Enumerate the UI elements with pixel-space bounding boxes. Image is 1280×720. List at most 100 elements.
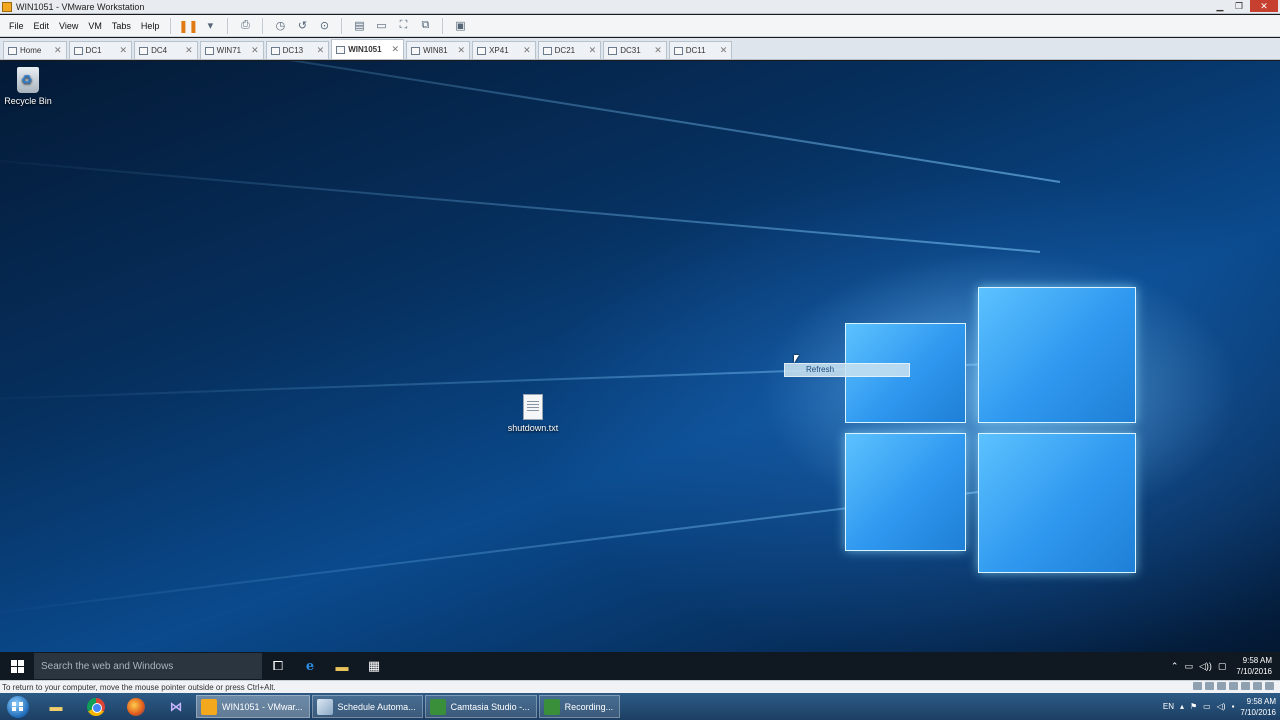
menubar: File Edit View VM Tabs Help ❚❚ ▾ ⎙ ◷ ↺ ⊙… [0,15,1280,37]
maximize-button[interactable]: ❐ [1231,0,1247,12]
wallpaper-window-pane [978,287,1136,423]
tab-dc13[interactable]: DC13 ✕ [265,41,330,59]
context-menu-refresh[interactable]: Refresh [806,365,834,374]
volume-icon[interactable]: ◁) [1217,702,1226,711]
network-adapter-icon[interactable] [1217,682,1226,690]
send-ctrl-alt-del-icon[interactable]: ⎙ [237,18,253,34]
menu-file[interactable]: File [4,21,29,31]
network-icon[interactable]: ▭ [1184,661,1193,672]
menu-help[interactable]: Help [136,21,165,31]
guest-search-box[interactable]: Search the web and Windows [34,653,262,679]
flag-icon[interactable]: ⚑ [1190,702,1197,711]
task-view-icon[interactable]: ⧠ [262,652,294,680]
taskbar-item-camtasia[interactable]: Camtasia Studio -... [424,695,537,718]
file-explorer-icon[interactable]: ▬ [326,652,358,680]
edge-icon[interactable]: e [294,652,326,680]
toolbar-separator [170,17,172,34]
close-tab-icon[interactable]: ✕ [523,45,531,56]
tab-win81[interactable]: WIN81 ✕ [406,41,471,59]
guest-date: 7/10/2016 [1236,667,1272,676]
close-tab-icon[interactable]: ✕ [54,45,62,56]
close-tab-icon[interactable]: ✕ [720,45,728,56]
tab-label: WIN71 [216,46,242,55]
task-label: Camtasia Studio -... [450,701,530,712]
network-icon[interactable]: ▭ [1203,702,1211,711]
menu-vm[interactable]: VM [83,21,107,31]
chevron-up-icon[interactable]: ▴ [1180,702,1184,711]
firefox-icon[interactable] [116,693,156,720]
console-view-icon[interactable]: ▣ [452,18,468,34]
close-tab-icon[interactable]: ✕ [251,45,259,56]
chevron-up-icon[interactable]: ⌃ [1171,661,1179,672]
vmware-icon [2,1,12,12]
action-center-icon[interactable]: ▢ [1218,661,1227,672]
sound-icon[interactable] [1241,682,1250,690]
tab-home[interactable]: Home ✕ [3,41,67,59]
close-tab-icon[interactable]: ✕ [458,45,466,56]
desktop-icon-label: shutdown.txt [507,423,559,433]
library-icon[interactable]: ▤ [351,18,367,34]
snapshot-manager-icon[interactable]: ⊙ [316,18,332,34]
vm-icon [73,46,83,55]
host-start-button[interactable] [0,693,36,720]
display-icon[interactable] [1253,682,1262,690]
unity-icon[interactable]: ⧉ [417,18,433,34]
taskbar-item-vmware[interactable]: WIN1051 - VMwar... [196,695,310,718]
close-tab-icon[interactable]: ✕ [654,45,662,56]
file-explorer-icon[interactable]: ▬ [36,693,76,720]
store-icon[interactable]: ▦ [358,652,390,680]
cd-drive-icon[interactable] [1205,682,1214,690]
camtasia-tray-icon[interactable]: ▪ [1232,702,1235,711]
close-tab-icon[interactable]: ✕ [317,45,325,56]
task-label: Recording... [564,701,614,712]
recycle-bin-shortcut[interactable]: Recycle Bin [0,67,56,106]
close-tab-icon[interactable]: ✕ [185,45,193,56]
tab-label: DC13 [282,46,304,55]
revert-snapshot-icon[interactable]: ↺ [294,18,310,34]
vmware-statusbar: To return to your computer, move the mou… [0,680,1280,693]
snapshot-icon[interactable]: ◷ [272,18,288,34]
tab-dc31[interactable]: DC31 ✕ [603,41,667,59]
close-tab-icon[interactable]: ✕ [392,44,400,55]
tab-dc4[interactable]: DC4 ✕ [134,41,198,59]
taskbar-item-recording[interactable]: Recording... [538,695,621,718]
guest-start-button[interactable] [0,652,34,680]
usb-icon[interactable] [1229,682,1238,690]
close-button[interactable]: ✕ [1250,0,1278,12]
host-clock[interactable]: 9:58 AM 7/10/2016 [1240,696,1276,718]
volume-icon[interactable]: ◁)) [1199,661,1212,672]
tab-xp41[interactable]: XP41 ✕ [472,41,536,59]
minimize-button[interactable]: ▁ [1212,0,1228,12]
guest-system-tray: ⌃ ▭ ◁)) ▢ 9:58 AM 7/10/2016 [1171,652,1272,680]
chrome-icon[interactable] [76,693,116,720]
tab-label: DC4 [151,46,168,55]
menu-view[interactable]: View [54,21,83,31]
pause-icon[interactable]: ❚❚ [178,18,198,34]
close-tab-icon[interactable]: ✕ [120,45,128,56]
hard-disk-icon[interactable] [1193,682,1202,690]
thumbnail-bar-icon[interactable]: ▭ [373,18,389,34]
tab-dc1[interactable]: DC1 ✕ [68,41,133,59]
full-screen-icon[interactable]: ⛶ [395,18,411,34]
tab-dc21[interactable]: DC21 ✕ [537,41,602,59]
guest-desktop[interactable]: Recycle Bin shutdown.txt Refresh [0,61,1280,652]
close-tab-icon[interactable]: ✕ [589,45,597,56]
shutdown-txt-file[interactable]: shutdown.txt [505,394,561,433]
menu-tabs[interactable]: Tabs [107,21,136,31]
window-controls: ▁ ❐ ✕ [1212,0,1278,12]
tab-dc11[interactable]: DC11 ✕ [668,41,733,59]
vm-icon [204,46,214,55]
menu-edit[interactable]: Edit [29,21,55,31]
guest-clock[interactable]: 9:58 AM 7/10/2016 [1236,655,1272,677]
power-dropdown-icon[interactable]: ▾ [202,18,218,34]
language-indicator[interactable]: EN [1163,702,1174,711]
message-icon[interactable] [1265,682,1274,690]
vm-icon [673,46,683,55]
tab-win71[interactable]: WIN71 ✕ [199,41,264,59]
taskbar-item-schedule[interactable]: Schedule Automa... [311,695,423,718]
tab-win1051[interactable]: WIN1051 ✕ [331,39,405,59]
device-status-icons [1193,682,1274,690]
toolbar-separator [442,17,444,34]
visual-studio-icon[interactable]: ⋈ [156,693,196,720]
mouse-cursor-icon [794,355,799,363]
